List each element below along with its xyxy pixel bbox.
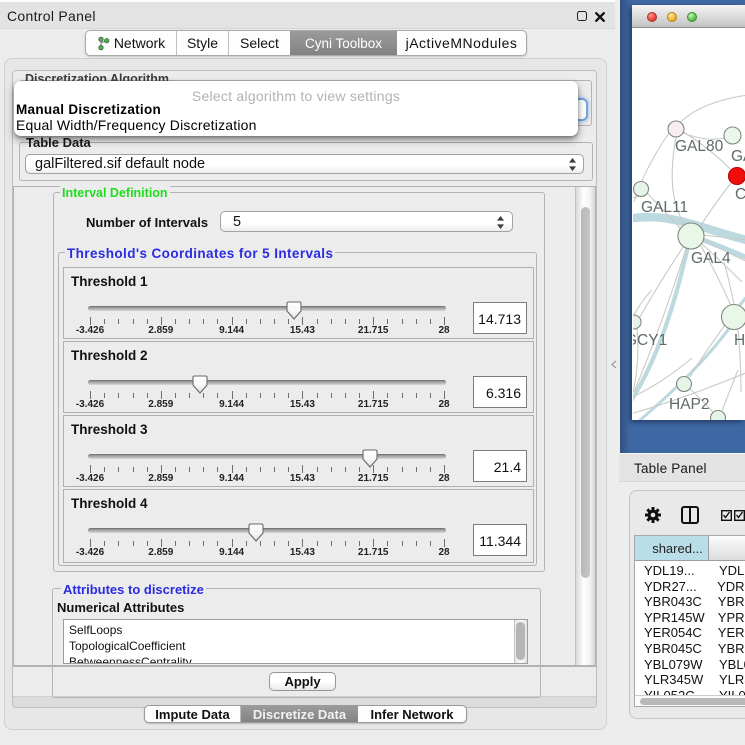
svg-text:GAL11: GAL11 bbox=[641, 199, 688, 216]
svg-text:GA: GA bbox=[731, 148, 745, 165]
svg-text:GAL80: GAL80 bbox=[675, 138, 724, 155]
svg-text:HAP2: HAP2 bbox=[669, 396, 710, 413]
svg-text:GCY1: GCY1 bbox=[633, 332, 667, 349]
svg-text:CD: CD bbox=[735, 186, 745, 203]
svg-text:GAL4: GAL4 bbox=[691, 250, 731, 267]
svg-text:HA: HA bbox=[734, 332, 745, 349]
